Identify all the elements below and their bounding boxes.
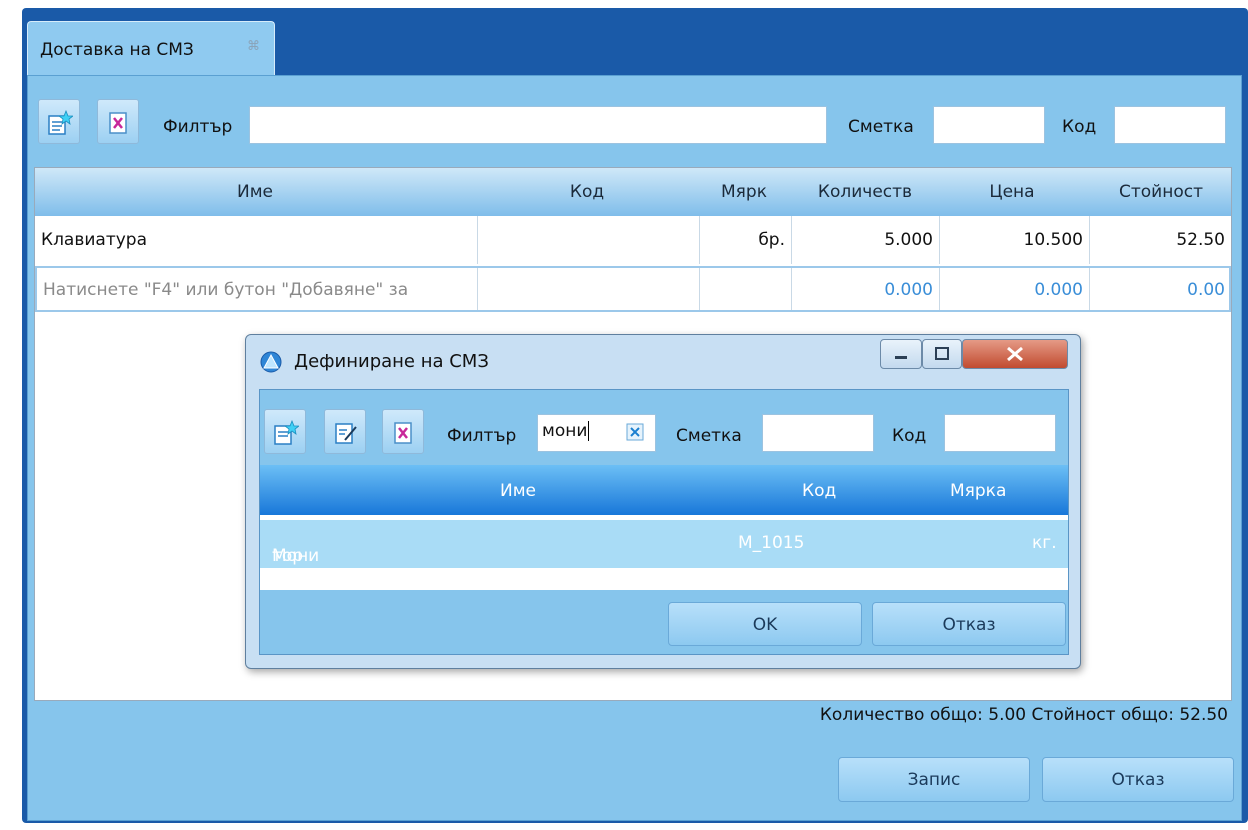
- divider: [791, 216, 792, 264]
- add-button[interactable]: [38, 99, 80, 144]
- new-row-value: 0.00: [1187, 280, 1225, 300]
- dialog-grid-header: Име Код Мярка: [260, 465, 1068, 515]
- maximize-button[interactable]: [922, 339, 962, 369]
- dialog-col-code[interactable]: Код: [802, 481, 836, 501]
- add-star-icon: [48, 110, 73, 135]
- name-rest: тор: [272, 546, 304, 566]
- filter-input[interactable]: [249, 106, 827, 144]
- save-button[interactable]: Запис: [838, 757, 1030, 802]
- define-dialog: Дефиниране на СМЗ Филтър мони Сметка Код…: [245, 334, 1081, 669]
- col-header-value[interactable]: Стойност: [1089, 182, 1233, 202]
- dialog-delete-button[interactable]: [382, 409, 424, 454]
- divider: [791, 268, 792, 310]
- divider: [1089, 216, 1090, 264]
- cancel-button[interactable]: Отказ: [1042, 757, 1234, 802]
- edit-icon: [335, 423, 357, 444]
- minimize-icon: [895, 356, 907, 359]
- dialog-body: Филтър мони Сметка Код Име Код Мярка Мон…: [259, 389, 1069, 655]
- dialog-filter-label: Филтър: [447, 426, 517, 446]
- dialog-code-input[interactable]: [944, 414, 1056, 452]
- new-row-qty: 0.000: [884, 280, 933, 300]
- dialog-edit-button[interactable]: [324, 409, 366, 454]
- dialog-add-button[interactable]: [264, 409, 306, 454]
- col-header-qty[interactable]: Количеств: [795, 182, 935, 202]
- col-header-name[interactable]: Име: [35, 182, 475, 202]
- cell-qty: 5.000: [884, 230, 933, 250]
- divider: [477, 268, 478, 310]
- new-row-hint: Натиснете "F4" или бутон "Добавяне" за: [43, 280, 409, 300]
- filter-label: Филтър: [163, 117, 233, 137]
- divider: [477, 216, 478, 264]
- cell-price: 10.500: [1023, 230, 1083, 250]
- divider: [939, 216, 940, 264]
- account-label: Сметка: [848, 117, 914, 137]
- cell-code: [477, 216, 699, 264]
- tab-close-icon[interactable]: ⌘: [247, 39, 260, 54]
- account-input[interactable]: [933, 106, 1045, 144]
- dialog-row-unit: кг.: [1032, 533, 1057, 553]
- code-input[interactable]: [1114, 106, 1226, 144]
- dialog-ok-button[interactable]: OK: [668, 602, 862, 646]
- delete-x-icon: [394, 422, 412, 444]
- tab-delivery[interactable]: Доставка на СМЗ ⌘: [27, 21, 275, 76]
- dialog-col-name[interactable]: Име: [500, 481, 536, 501]
- divider: [1089, 268, 1090, 310]
- text-cursor: [588, 421, 590, 441]
- dialog-col-unit[interactable]: Мярка: [950, 481, 1006, 501]
- dialog-filter-value: мони: [542, 421, 588, 441]
- clear-filter-icon[interactable]: [626, 423, 644, 441]
- divider: [939, 268, 940, 310]
- dialog-account-input[interactable]: [762, 414, 874, 452]
- dialog-account-label: Сметка: [676, 426, 742, 446]
- app-icon: [260, 351, 282, 373]
- divider: [699, 268, 700, 310]
- close-icon: [1007, 346, 1023, 362]
- grid-header: Име Код Мярк Количеств Цена Стойност: [35, 168, 1231, 216]
- divider: [699, 216, 700, 264]
- dialog-grid: Име Код Мярка Мони тор М_1015 кг.: [260, 465, 1068, 590]
- dialog-cancel-button[interactable]: Отказ: [872, 602, 1066, 646]
- dialog-title: Дефиниране на СМЗ: [294, 351, 489, 372]
- dialog-filter-input[interactable]: мони: [537, 414, 656, 452]
- cell-unit: бр.: [758, 230, 785, 250]
- delete-button[interactable]: [97, 99, 139, 144]
- delete-x-icon: [109, 112, 127, 134]
- col-header-unit[interactable]: Мярк: [699, 182, 789, 202]
- dialog-row-code: М_1015: [738, 533, 805, 553]
- cell-name: Клавиатура: [41, 230, 148, 250]
- new-item-row[interactable]: Натиснете "F4" или бутон "Добавяне" за 0…: [35, 266, 1231, 312]
- totals-text: Количество общо: 5.00 Стойност общо: 52.…: [819, 705, 1228, 725]
- table-row[interactable]: Клавиатура бр. 5.000 10.500 52.50: [35, 216, 1231, 264]
- new-row-price: 0.000: [1034, 280, 1083, 300]
- dialog-selected-row[interactable]: Мони тор М_1015 кг.: [260, 520, 1068, 568]
- tab-title: Доставка на СМЗ: [40, 40, 194, 60]
- cell-value: 52.50: [1176, 230, 1225, 250]
- minimize-button[interactable]: [880, 339, 922, 369]
- col-header-code[interactable]: Код: [477, 182, 697, 202]
- close-button[interactable]: [962, 339, 1068, 369]
- add-star-icon: [274, 420, 299, 445]
- code-label: Код: [1062, 117, 1097, 137]
- dialog-code-label: Код: [892, 426, 927, 446]
- maximize-icon: [935, 347, 949, 360]
- col-header-price[interactable]: Цена: [939, 182, 1085, 202]
